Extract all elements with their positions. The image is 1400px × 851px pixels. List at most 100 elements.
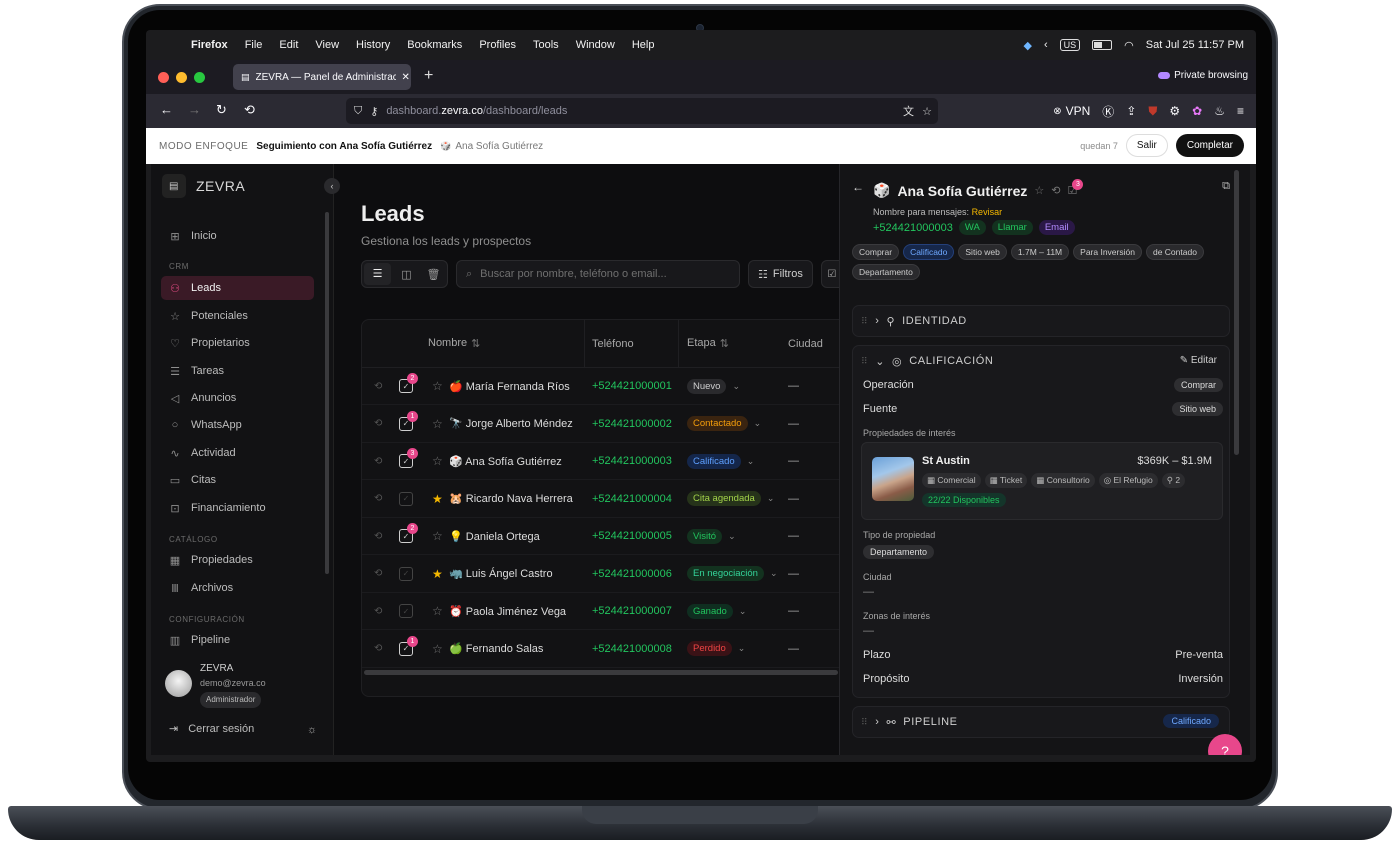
column-header-etapa[interactable]: Etapa ⇅: [687, 337, 729, 350]
lead-name[interactable]: 🔭 Jorge Alberto Méndez: [449, 417, 573, 430]
flame-icon[interactable]: ♨: [1214, 104, 1225, 118]
vpn-status-icon[interactable]: ◆: [1023, 39, 1031, 52]
history-icon[interactable]: ⟲: [374, 568, 382, 579]
lead-name[interactable]: 🍎 María Fernanda Ríos: [449, 380, 570, 393]
star-icon[interactable]: ☆: [1034, 184, 1044, 197]
history-icon[interactable]: ⟲: [374, 606, 382, 617]
color-extension-icon[interactable]: ✿: [1192, 104, 1202, 118]
column-header-telefono[interactable]: Teléfono: [592, 338, 634, 350]
stage-selector[interactable]: Ganado ⌄: [687, 603, 746, 619]
menu-help[interactable]: Help: [632, 39, 655, 51]
bookmark-star-icon[interactable]: ☆: [922, 105, 932, 118]
column-header-nombre[interactable]: Nombre ⇅: [428, 337, 480, 350]
history-icon[interactable]: ⟲: [374, 381, 382, 392]
table-row[interactable]: ⟲ ✓ ☆ ⏰ Paola Jiménez Vega +524421000007 Gana…: [362, 593, 840, 630]
lead-phone[interactable]: +524421000003: [873, 222, 953, 234]
sidebar-item-anuncios[interactable]: ◁ Anuncios: [161, 386, 314, 410]
task-check-icon[interactable]: ✓: [399, 566, 413, 581]
table-row[interactable]: ⟲ ✓ 2 ☆ 🍎 María Fernanda Ríos +524421000001 Nu…: [362, 368, 840, 405]
k-extension-icon[interactable]: Ⓚ: [1102, 103, 1114, 120]
menu-view[interactable]: View: [315, 39, 339, 51]
history-icon[interactable]: ⟲: [374, 531, 382, 542]
translate-icon[interactable]: 文: [903, 103, 914, 119]
sidebar-scrollbar[interactable]: [325, 212, 329, 574]
stage-selector[interactable]: Visitó ⌄: [687, 528, 736, 544]
star-icon[interactable]: ☆: [432, 529, 443, 543]
sidebar-item-propietarios[interactable]: ♡ Propietarios: [161, 331, 314, 355]
search-input[interactable]: ⌕ Buscar por nombre, teléfono o email...: [456, 260, 740, 288]
history-icon[interactable]: ⟲: [374, 493, 382, 504]
back-arrow-icon[interactable]: ←: [160, 102, 173, 117]
menu-edit[interactable]: Edit: [279, 39, 298, 51]
lead-phone[interactable]: +524421000002: [592, 418, 672, 430]
star-icon[interactable]: ★: [432, 567, 443, 581]
keyboard-input-indicator[interactable]: US: [1059, 39, 1081, 51]
menu-window[interactable]: Window: [576, 39, 615, 51]
sidebar-item-potenciales[interactable]: ☆ Potenciales: [161, 304, 314, 328]
logout-button[interactable]: ⇥ Cerrar sesión: [169, 722, 254, 736]
share-icon[interactable]: ⇪: [1126, 104, 1136, 118]
property-card[interactable]: St Austin $369K – $1.9M ▦ Comercial ▦ Ti…: [861, 442, 1223, 520]
exit-button[interactable]: Salir: [1125, 134, 1168, 157]
list-view-icon[interactable]: ☰: [364, 263, 391, 285]
section-identidad[interactable]: ⠿ › ⚲ IDENTIDAD: [852, 305, 1230, 337]
reload-icon[interactable]: ↻: [216, 102, 227, 118]
history-icon[interactable]: ⟲: [244, 102, 255, 118]
panel-scrollbar[interactable]: [1234, 170, 1239, 455]
stage-selector[interactable]: Contactado ⌄: [687, 416, 761, 431]
task-icon[interactable]: ☑ 3: [1067, 179, 1084, 197]
lead-phone[interactable]: +524421000008: [592, 643, 672, 655]
drag-handle-icon[interactable]: ⠿: [861, 717, 868, 728]
task-check-icon[interactable]: ✓: [399, 604, 413, 618]
history-icon[interactable]: ⟲: [374, 456, 382, 467]
split-view-icon[interactable]: ◫: [393, 268, 420, 281]
forward-arrow-icon[interactable]: →: [188, 102, 201, 117]
edit-button[interactable]: ✎ Editar: [1180, 355, 1217, 366]
column-header-ciudad[interactable]: Ciudad: [788, 338, 823, 350]
task-check-icon[interactable]: ✓ 1: [399, 635, 418, 656]
stage-selector[interactable]: Nuevo ⌄: [687, 378, 740, 394]
shield-icon[interactable]: ⛉: [354, 105, 362, 118]
new-tab-button[interactable]: +: [424, 67, 433, 85]
table-row[interactable]: ⟲ ✓ ★ 🦏 Luis Ángel Castro +524421000006 En ne…: [362, 556, 840, 593]
complete-button[interactable]: Completar: [1175, 134, 1244, 157]
lead-name[interactable]: 🎲 Ana Sofía Gutiérrez: [449, 455, 562, 468]
stage-selector[interactable]: En negociación ⌄: [687, 566, 778, 581]
hamburger-menu-icon[interactable]: ≡: [1237, 104, 1244, 118]
lead-name[interactable]: 🍏 Fernando Salas: [449, 642, 543, 655]
wifi-icon[interactable]: ◠: [1124, 39, 1134, 52]
ublock-icon[interactable]: ⛊: [1148, 104, 1157, 119]
sidebar-item-propiedades[interactable]: ▦ Propiedades: [161, 548, 314, 572]
sidebar-item-leads[interactable]: ⚇ Leads: [161, 276, 314, 300]
task-check-icon[interactable]: ✓: [399, 491, 413, 506]
close-tab-icon[interactable]: ✕: [402, 72, 410, 83]
menu-file[interactable]: File: [245, 39, 263, 51]
star-icon[interactable]: ☆: [432, 379, 443, 393]
star-icon[interactable]: ☆: [432, 642, 443, 656]
sidebar-item-tareas[interactable]: ☰ Tareas: [161, 359, 314, 383]
lead-phone[interactable]: +524421000004: [592, 493, 672, 505]
stage-selector[interactable]: Perdido ⌄: [687, 641, 745, 656]
chevron-left-icon[interactable]: ‹: [1044, 39, 1048, 51]
filters-button[interactable]: ☷ Filtros: [748, 260, 813, 288]
drag-handle-icon[interactable]: ⠿: [861, 356, 868, 367]
sidebar-item-pipeline[interactable]: ▥ Pipeline: [161, 628, 314, 652]
star-icon[interactable]: ☆: [432, 604, 443, 618]
close-window-button[interactable]: [158, 71, 169, 83]
menu-bookmarks[interactable]: Bookmarks: [407, 39, 462, 51]
sidebar-item-actividad[interactable]: ∿ Actividad: [161, 441, 314, 465]
lead-name[interactable]: ⏰ Paola Jiménez Vega: [449, 605, 566, 618]
chevron-down-icon[interactable]: ⌄: [875, 355, 885, 368]
task-check-icon[interactable]: ✓ 2: [399, 523, 418, 543]
menubar-clock[interactable]: Sat Jul 25 11:57 PM: [1146, 39, 1244, 51]
zoom-window-button[interactable]: [194, 71, 205, 83]
table-row[interactable]: ⟲ ✓ 1 ☆ 🍏 Fernando Salas +524421000008 Perdido…: [362, 631, 840, 668]
settings-gear-icon[interactable]: ⚙: [1169, 104, 1180, 118]
lead-name[interactable]: 🦏 Luis Ángel Castro: [449, 567, 553, 580]
trash-icon[interactable]: 🗑: [420, 268, 447, 281]
task-check-icon[interactable]: ✓ 2: [399, 373, 418, 393]
key-icon[interactable]: ⚷: [370, 105, 378, 118]
table-row[interactable]: ⟲ ✓ 2 ☆ 💡 Daniela Ortega +524421000005 Visitó ⌄…: [362, 518, 840, 555]
lead-phone[interactable]: +524421000007: [592, 605, 672, 617]
sidebar-item-whatsapp[interactable]: ○ WhatsApp: [161, 413, 314, 437]
